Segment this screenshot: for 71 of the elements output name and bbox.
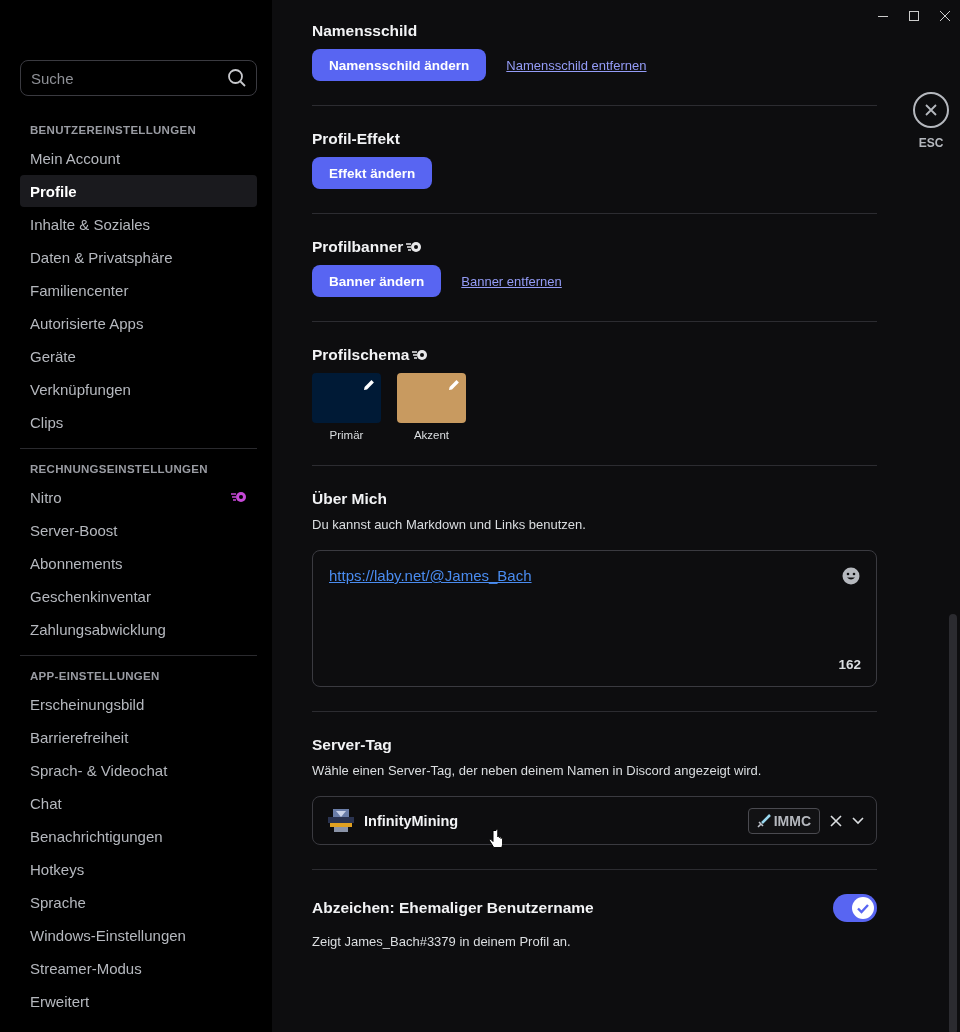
server-tag-badge: IMMC bbox=[747, 807, 820, 834]
sidebar-item[interactable]: Erweitert bbox=[20, 985, 257, 1017]
sidebar-item[interactable]: Autorisierte Apps bbox=[20, 307, 257, 339]
profile-link[interactable]: https://laby.net/@James_Bach bbox=[329, 567, 532, 584]
section-heading: RECHNUNGSEINSTELLUNGEN bbox=[30, 463, 208, 475]
sidebar-item[interactable]: Familiencenter bbox=[20, 274, 257, 306]
sidebar-item[interactable]: Inhalte & Soziales bbox=[20, 208, 257, 240]
maximize-icon bbox=[907, 10, 920, 22]
section-title: Profilbanner bbox=[312, 238, 404, 256]
sidebar-item[interactable]: Chat bbox=[20, 787, 257, 819]
sidebar-item[interactable]: Zahlungsabwicklung bbox=[20, 613, 257, 645]
server-tag-select[interactable]: InfinityMining IMMC bbox=[312, 796, 877, 845]
sidebar-item[interactable]: Abonnements bbox=[20, 547, 257, 579]
section-heading: BENUTZEREINSTELLUNGEN bbox=[30, 124, 197, 136]
swatch-label: Akzent bbox=[413, 429, 450, 441]
sidebar-item[interactable]: Benachrichtigungen bbox=[20, 820, 257, 852]
close-icon bbox=[924, 103, 938, 117]
search-icon bbox=[227, 68, 247, 88]
pencil-icon bbox=[448, 379, 460, 391]
remove-link[interactable]: Namensschild entfernen bbox=[506, 57, 647, 73]
emoji-icon[interactable] bbox=[842, 567, 860, 585]
sidebar-item[interactable]: Windows-Einstellungen bbox=[20, 919, 257, 951]
sidebar-item[interactable]: Geschenkinventar bbox=[20, 580, 257, 612]
toggle-switch[interactable] bbox=[833, 894, 877, 922]
color-swatch[interactable] bbox=[397, 373, 466, 423]
nitro-icon bbox=[412, 349, 429, 361]
section-description: Du kannst auch Markdown und Links benutzen. bbox=[312, 517, 587, 532]
change-button[interactable]: Namensschild ändern bbox=[312, 49, 487, 81]
sidebar-item[interactable]: Erscheinungsbild bbox=[20, 688, 257, 720]
close-button[interactable] bbox=[913, 92, 949, 128]
sidebar-item[interactable]: Nitro bbox=[20, 481, 257, 513]
sidebar-item[interactable]: Verknüpfungen bbox=[20, 373, 257, 405]
section-title: Abzeichen: Ehemaliger Benutzername bbox=[312, 899, 594, 917]
sword-icon bbox=[756, 813, 771, 828]
section-title: Profil-Effekt bbox=[312, 130, 400, 148]
sidebar-item[interactable]: Barrierefreiheit bbox=[20, 721, 257, 753]
sidebar-item[interactable]: Sprache bbox=[20, 886, 257, 918]
sidebar-item[interactable]: Sprach- & Videochat bbox=[20, 754, 257, 786]
change-button[interactable]: Banner ändern bbox=[312, 265, 442, 297]
hand-cursor-icon bbox=[489, 829, 503, 851]
nitro-icon bbox=[406, 241, 423, 253]
color-swatch[interactable] bbox=[312, 373, 381, 423]
character-counter: 162 bbox=[838, 657, 861, 672]
swatch-label: Primär bbox=[329, 429, 364, 441]
esc-label: ESC bbox=[918, 136, 944, 150]
section-title: Server-Tag bbox=[312, 736, 392, 754]
about-me-field[interactable]: https://laby.net/@James_Bach 162 bbox=[312, 550, 877, 687]
search-field[interactable]: Suche bbox=[20, 60, 257, 96]
section-description: Zeigt James_Bach#3379 in deinem Profil an. bbox=[312, 934, 572, 949]
sidebar-item[interactable]: Profile bbox=[20, 175, 257, 207]
sidebar-item[interactable]: Streamer-Modus bbox=[20, 952, 257, 984]
chevron-down-icon[interactable] bbox=[852, 816, 864, 825]
sidebar-item[interactable]: Clips bbox=[20, 406, 257, 438]
sidebar-item[interactable]: Daten & Privatsphäre bbox=[20, 241, 257, 273]
section-heading: APP-EINSTELLUNGEN bbox=[30, 670, 160, 682]
pencil-icon bbox=[363, 379, 375, 391]
section-title: Über Mich bbox=[312, 490, 387, 508]
section-title: Profilschema bbox=[312, 346, 410, 364]
nitro-icon bbox=[231, 491, 247, 503]
remove-link[interactable]: Banner entfernen bbox=[461, 273, 562, 289]
sidebar-item[interactable]: Mein Account bbox=[20, 142, 257, 174]
close-icon bbox=[938, 10, 951, 22]
section-title: Namensschild bbox=[312, 22, 418, 40]
section-description: Wähle einen Server-Tag, der neben deinem Namen in Discord angezeigt wird. bbox=[312, 763, 763, 778]
sidebar-item[interactable]: Geräte bbox=[20, 340, 257, 372]
server-name: InfinityMining bbox=[364, 812, 460, 829]
clear-icon[interactable] bbox=[830, 814, 842, 827]
change-button[interactable]: Effekt ändern bbox=[312, 157, 433, 189]
scrollbar[interactable] bbox=[949, 614, 957, 1032]
sidebar-item[interactable]: Hotkeys bbox=[20, 853, 257, 885]
sidebar-item[interactable]: Server-Boost bbox=[20, 514, 257, 546]
